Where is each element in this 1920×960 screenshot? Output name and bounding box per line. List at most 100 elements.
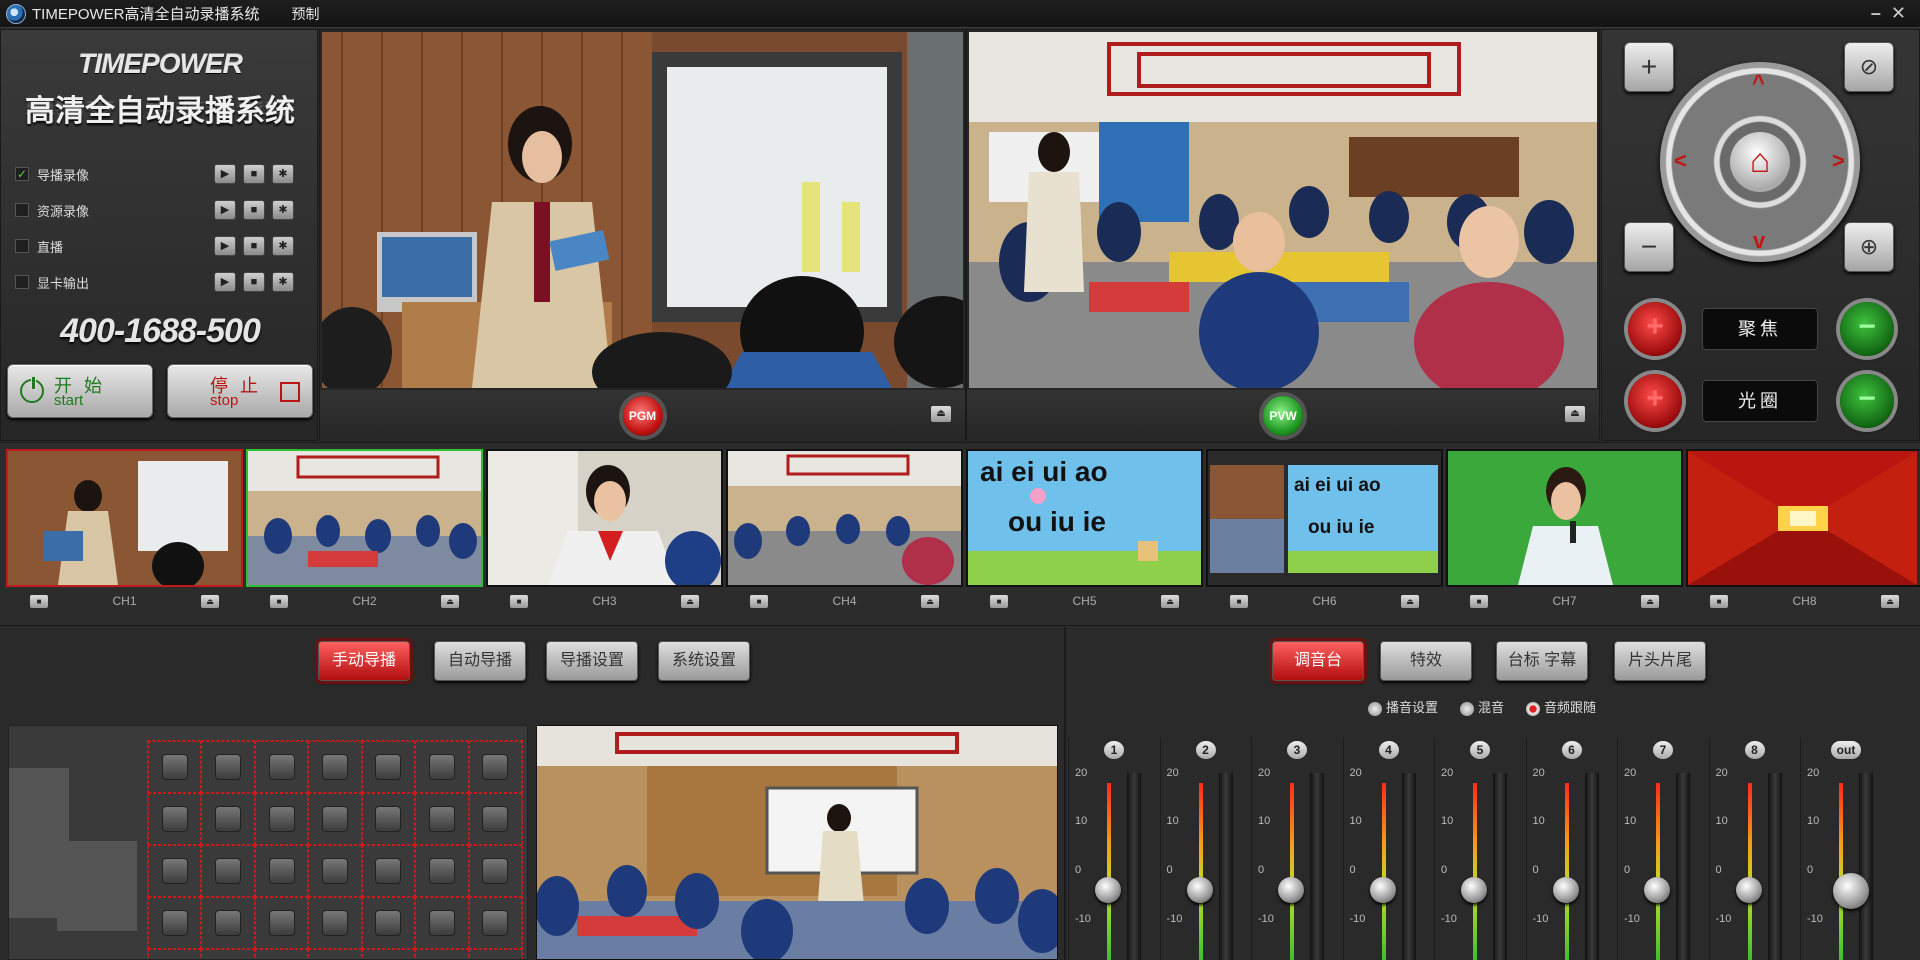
play-icon[interactable]: ▶ xyxy=(214,272,236,292)
channel-6[interactable]: ai ei ui ao ou iu ie ■ CH6 ⏏ xyxy=(1206,449,1443,617)
close-button[interactable]: ✕ xyxy=(1891,3,1906,24)
up-arrow-icon[interactable]: ^ xyxy=(1752,70,1765,96)
seat[interactable] xyxy=(468,793,522,845)
seat[interactable] xyxy=(201,741,255,793)
tab-auto-director[interactable]: 自动导播 xyxy=(434,641,526,681)
fader-knob[interactable] xyxy=(1644,877,1670,903)
channel-2[interactable]: ■ CH2 ⏏ xyxy=(246,449,483,617)
fader-track[interactable] xyxy=(1218,773,1233,960)
display-output-checkbox[interactable] xyxy=(15,275,29,289)
eject-icon[interactable]: ⏏ xyxy=(1161,595,1179,608)
option-mix[interactable]: 混音 xyxy=(1460,697,1504,716)
stop-icon[interactable]: ■ xyxy=(243,236,265,256)
seat[interactable] xyxy=(148,897,202,949)
gear-icon[interactable]: ✱ xyxy=(272,272,294,292)
channel-thumbnail[interactable] xyxy=(486,449,723,587)
tab-director-settings[interactable]: 导播设置 xyxy=(546,641,638,681)
tab-logo-subtitle[interactable]: 台标 字幕 xyxy=(1496,641,1588,681)
channel-3[interactable]: ■ CH3 ⏏ xyxy=(486,449,723,617)
fader-track[interactable] xyxy=(1310,773,1324,960)
seat[interactable] xyxy=(415,793,469,845)
seat[interactable] xyxy=(308,741,362,793)
option-audio-follow[interactable]: 音频跟随 xyxy=(1526,697,1596,716)
classroom-seat-map[interactable] xyxy=(8,725,528,960)
seat[interactable] xyxy=(254,741,309,793)
channel-thumbnail[interactable] xyxy=(1686,449,1920,587)
menu-preset[interactable]: 预制 xyxy=(292,4,320,24)
tab-effects[interactable]: 特效 xyxy=(1380,641,1472,681)
focus-minus-button[interactable]: − xyxy=(1840,302,1894,356)
eject-icon[interactable]: ⏏ xyxy=(1401,595,1419,608)
seat[interactable] xyxy=(308,897,362,949)
gear-icon[interactable]: ✱ xyxy=(272,236,294,256)
channel-thumbnail[interactable] xyxy=(246,449,483,587)
stop-icon[interactable]: ■ xyxy=(243,272,265,292)
fader-knob[interactable] xyxy=(1833,873,1869,909)
minimize-button[interactable]: – xyxy=(1871,3,1881,24)
stop-icon[interactable]: ■ xyxy=(243,164,265,184)
seat[interactable] xyxy=(415,741,469,793)
tab-mixer[interactable]: 调音台 xyxy=(1272,641,1364,681)
eject-icon[interactable]: ⏏ xyxy=(201,595,219,608)
channel-thumbnail[interactable] xyxy=(6,449,243,587)
seat[interactable] xyxy=(468,897,522,949)
resource-record-checkbox[interactable] xyxy=(15,203,29,217)
zoom-out-button[interactable]: − xyxy=(1624,222,1674,272)
seat[interactable] xyxy=(468,845,522,897)
seat[interactable] xyxy=(361,897,416,949)
fader-track[interactable] xyxy=(1859,773,1873,960)
channel-1[interactable]: ■ CH1 ⏏ xyxy=(6,449,243,617)
seat[interactable] xyxy=(415,949,469,959)
eject-icon[interactable]: ⏏ xyxy=(1881,595,1899,608)
seat[interactable] xyxy=(254,949,309,959)
director-record-checkbox[interactable]: ✓ xyxy=(15,167,29,181)
fader-knob[interactable] xyxy=(1735,877,1762,903)
play-icon[interactable]: ▶ xyxy=(214,200,236,220)
fader-knob[interactable] xyxy=(1369,877,1396,903)
seat[interactable] xyxy=(415,845,469,897)
seat[interactable] xyxy=(468,949,522,959)
fader-knob[interactable] xyxy=(1461,877,1487,903)
seat[interactable] xyxy=(361,845,416,897)
tab-system-settings[interactable]: 系统设置 xyxy=(658,641,750,681)
channel-thumbnail[interactable] xyxy=(1446,449,1683,587)
seat[interactable] xyxy=(415,897,469,949)
eject-icon[interactable]: ⏏ xyxy=(921,595,939,608)
fader-knob[interactable] xyxy=(1552,877,1579,903)
stop-button[interactable]: 停止 stop xyxy=(167,364,313,418)
channel-thumbnail[interactable]: ai ei ui ao ou iu ie xyxy=(966,449,1203,587)
iris-plus-button[interactable]: + xyxy=(1628,374,1682,428)
seat[interactable] xyxy=(254,897,309,949)
play-icon[interactable]: ▶ xyxy=(214,164,236,184)
pgm-eject-icon[interactable]: ⏏ xyxy=(931,406,951,422)
gear-icon[interactable]: ✱ xyxy=(272,164,294,184)
eject-icon[interactable]: ⏏ xyxy=(1641,595,1659,608)
option-broadcast-settings[interactable]: 播音设置 xyxy=(1368,697,1438,716)
eject-icon[interactable]: ⏏ xyxy=(681,595,699,608)
channel-7[interactable]: ■ CH7 ⏏ xyxy=(1446,449,1683,617)
seat[interactable] xyxy=(308,793,362,845)
seat[interactable] xyxy=(308,949,362,959)
tab-manual-director[interactable]: 手动导播 xyxy=(318,641,410,681)
seat[interactable] xyxy=(254,793,309,845)
fader-track[interactable] xyxy=(1401,773,1416,960)
gear-icon[interactable]: ✱ xyxy=(272,200,294,220)
iris-minus-button[interactable]: − xyxy=(1840,374,1894,428)
focus-plus-button[interactable]: + xyxy=(1628,302,1682,356)
channel-thumbnail[interactable] xyxy=(726,449,963,587)
down-arrow-icon[interactable]: v xyxy=(1753,228,1765,254)
channel-5[interactable]: ai ei ui ao ou iu ie ■ CH5 ⏏ xyxy=(966,449,1203,617)
left-arrow-icon[interactable]: < xyxy=(1674,148,1687,174)
tab-intro-outro[interactable]: 片头片尾 xyxy=(1614,641,1706,681)
seat[interactable] xyxy=(361,949,416,959)
seat[interactable] xyxy=(201,845,255,897)
seat[interactable] xyxy=(148,741,202,793)
seat[interactable] xyxy=(201,793,255,845)
speed-dial-plus-icon[interactable]: ⊕ xyxy=(1844,222,1894,272)
fader-track[interactable] xyxy=(1493,773,1507,960)
fader-knob[interactable] xyxy=(1278,877,1304,903)
seat[interactable] xyxy=(361,793,416,845)
stop-icon[interactable]: ■ xyxy=(243,200,265,220)
play-icon[interactable]: ▶ xyxy=(214,236,236,256)
fader-track[interactable] xyxy=(1676,773,1690,960)
